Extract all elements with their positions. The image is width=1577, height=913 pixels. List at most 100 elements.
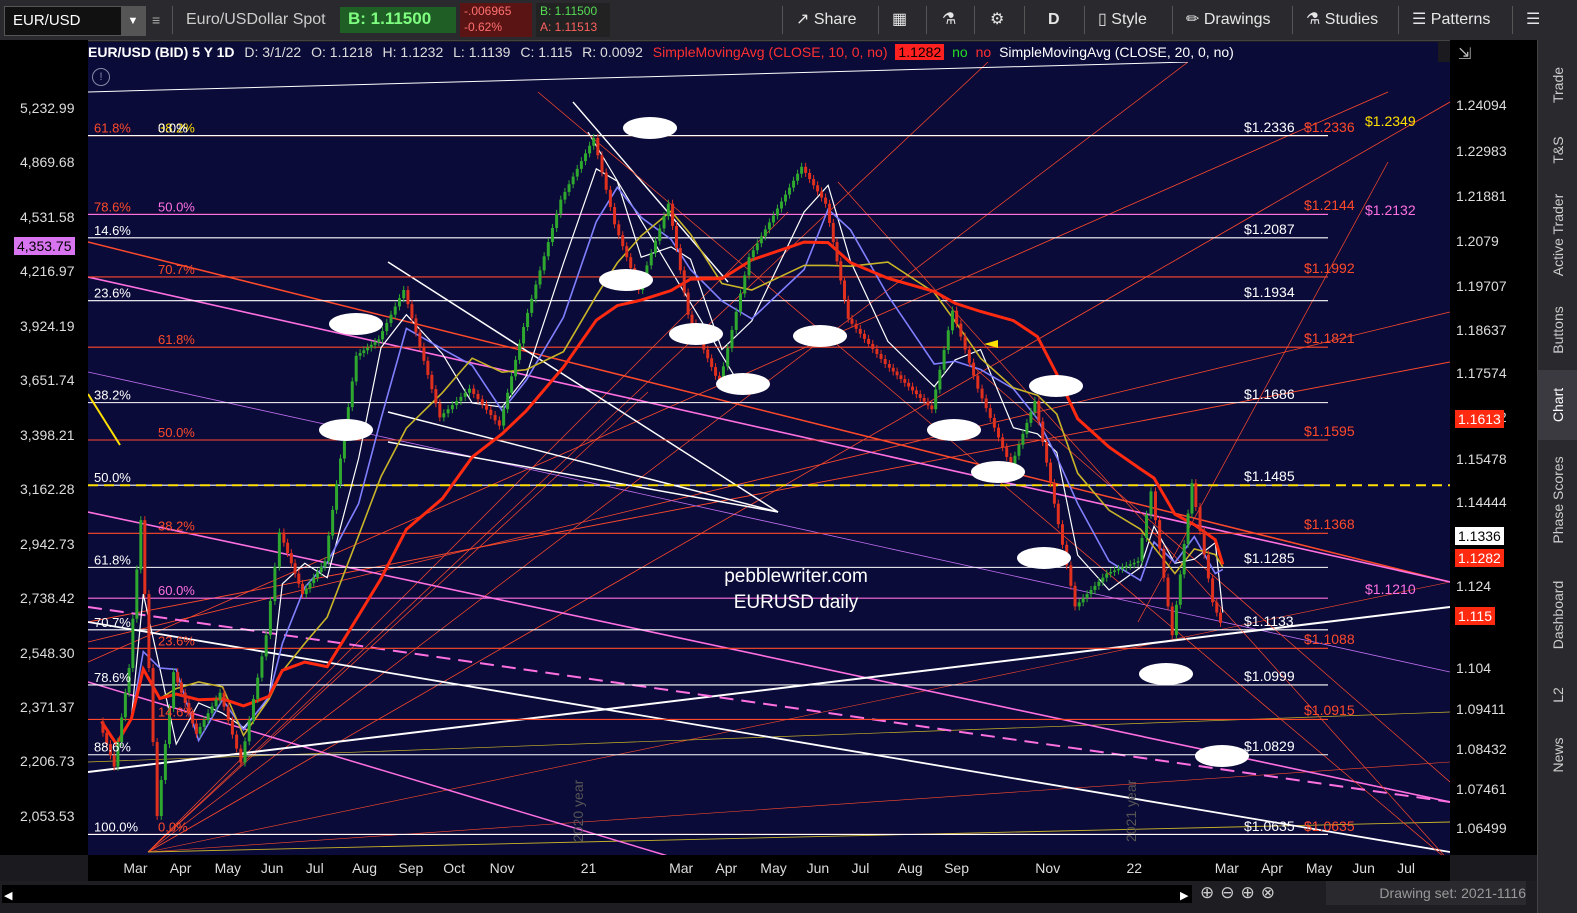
candle-body	[1017, 444, 1021, 456]
candle-body	[922, 397, 926, 402]
candle-body	[1215, 602, 1219, 613]
chart-scrollbar[interactable]: ◀ ▶ ⊕⊖⊕⊗ Drawing set: 2021-1116	[0, 881, 1537, 913]
candle-body	[835, 242, 839, 262]
style-label: Style	[1111, 11, 1147, 28]
scroll-track[interactable]	[2, 885, 1192, 903]
candle-body	[1166, 577, 1170, 607]
candle-body	[1186, 513, 1190, 544]
highlight-ellipse	[623, 117, 677, 139]
flask-icon: ⚗	[1306, 11, 1321, 28]
collapse-icon[interactable]: ⇲	[1458, 44, 1471, 64]
tab-phase-scores[interactable]: Phase Scores	[1538, 440, 1577, 560]
x-tick-label: Mar	[1214, 860, 1239, 876]
tab-trade[interactable]: Trade	[1538, 50, 1577, 120]
zoom-reset-icon[interactable]: ⊕	[1200, 883, 1220, 902]
price-level-label: $1.0635	[1304, 817, 1355, 834]
flexible-grid-icon[interactable]: ▦	[892, 0, 907, 40]
drawings-label: Drawings	[1203, 11, 1271, 28]
patterns-button[interactable]: ☰ Patterns	[1412, 0, 1490, 40]
share-button[interactable]: ↗ Share	[796, 0, 857, 40]
candle-body	[101, 721, 105, 733]
tab-active-trader[interactable]: Active Trader	[1538, 180, 1577, 290]
highlight-ellipse	[1029, 375, 1083, 397]
candle-body	[771, 215, 775, 223]
candle-body	[222, 692, 226, 707]
tab-buttons[interactable]: Buttons	[1538, 290, 1577, 370]
scroll-left-icon[interactable]: ◀	[4, 889, 12, 902]
left-tick-label: 2,942.73	[20, 535, 75, 552]
candle-body	[1158, 520, 1162, 549]
right-price-axis[interactable]	[1450, 40, 1537, 855]
drawing-set-label[interactable]: Drawing set: 2021-1116	[1326, 881, 1526, 905]
chevron-down-icon[interactable]: ▼	[121, 7, 145, 35]
candle-body	[542, 256, 546, 271]
flask-icon[interactable]: ⚗	[942, 0, 956, 40]
zoom-controls[interactable]: ⊕⊖⊕⊗	[1200, 883, 1340, 905]
bid-price-box[interactable]: B: 1.11500	[340, 7, 456, 33]
candle-body	[988, 408, 992, 418]
sma10-label[interactable]: SimpleMovingAvg (CLOSE, 10, 0, no)	[653, 44, 888, 60]
price-level-label: $1.1133	[1244, 612, 1294, 629]
highlight-ellipse	[669, 323, 723, 345]
ask-small: A: 1.11513	[540, 20, 598, 34]
menu-icon[interactable]: ☰	[1526, 0, 1540, 40]
info-icon[interactable]: !	[92, 68, 110, 86]
sma10-value: 1.1282	[895, 44, 945, 60]
right-tick-label: 1.18637	[1456, 321, 1507, 338]
instrument-label: EUR/USD (BID) 5 Y 1D	[88, 44, 235, 60]
tab-news[interactable]: News	[1538, 720, 1577, 790]
candle-body	[1049, 462, 1053, 484]
zoom-out-icon[interactable]: ⊖	[1220, 883, 1240, 902]
zoom-in-icon[interactable]: ⊕	[1241, 883, 1261, 902]
candle-body	[613, 207, 617, 225]
candle-body	[984, 398, 988, 409]
fib-percent-label: 78.6%	[94, 199, 131, 214]
left-tick-label: 3,924.19	[20, 317, 75, 334]
candle-body	[1136, 561, 1140, 563]
candle-body	[538, 270, 542, 285]
candle-body	[907, 382, 911, 387]
sma20-label[interactable]: SimpleMovingAvg (CLOSE, 20, 0, no)	[999, 44, 1234, 60]
range-label: R: 0.0092	[582, 44, 643, 60]
candle-body	[304, 588, 308, 595]
tab-level2[interactable]: L2	[1538, 670, 1577, 720]
fib-percent-label: 100.0%	[94, 819, 139, 834]
options-icon[interactable]: ≡	[152, 0, 160, 40]
chart-plot-area[interactable]: 38.2% 61.8% 0.0% 78.6% 50.0% 14.6% 70.7% 23.6% 6…	[88, 62, 1450, 855]
candle-body	[918, 394, 922, 398]
candle-body	[1162, 548, 1166, 578]
zoom-fit-icon[interactable]: ⊗	[1261, 883, 1281, 902]
studies-button[interactable]: ⚗ Studies	[1306, 0, 1378, 40]
candle-body	[567, 184, 571, 192]
candle-body	[406, 290, 410, 305]
fib-percent-label: 50.0%	[158, 199, 195, 214]
candle-body	[526, 312, 530, 328]
candle-body	[331, 509, 335, 536]
highlight-ellipse	[971, 461, 1025, 483]
toolbar-divider	[1084, 6, 1085, 34]
candle-body	[846, 299, 850, 319]
candle-body	[301, 583, 305, 595]
candle-body	[131, 618, 135, 669]
trendline	[147, 761, 1450, 853]
gear-icon[interactable]: ⚙	[990, 0, 1004, 40]
candle-body	[899, 375, 903, 380]
candle-body	[1113, 570, 1117, 573]
scroll-right-icon[interactable]: ▶	[1180, 889, 1188, 902]
candle-body	[397, 298, 401, 307]
tab-dashboard[interactable]: Dashboard	[1538, 560, 1577, 670]
candle-body	[286, 542, 290, 554]
candle-body	[950, 310, 954, 331]
tab-time-and-sales[interactable]: T&S	[1538, 120, 1577, 180]
candle-body	[714, 367, 718, 376]
candle-body	[214, 699, 218, 707]
candle-body	[485, 404, 489, 410]
symbol-selector[interactable]: EUR/USD ▼	[4, 6, 146, 36]
style-button[interactable]: ▯ Style	[1098, 0, 1147, 40]
drawings-button[interactable]: ✏ Drawings	[1186, 0, 1271, 40]
period-button[interactable]: D	[1048, 0, 1060, 40]
price-chart[interactable]: 38.2% 61.8% 0.0% 78.6% 50.0% 14.6% 70.7% 23.6% 6…	[88, 62, 1450, 855]
tab-chart[interactable]: Chart	[1538, 370, 1577, 440]
left-tick-label: 2,548.30	[20, 644, 75, 661]
candle-body	[179, 682, 183, 693]
